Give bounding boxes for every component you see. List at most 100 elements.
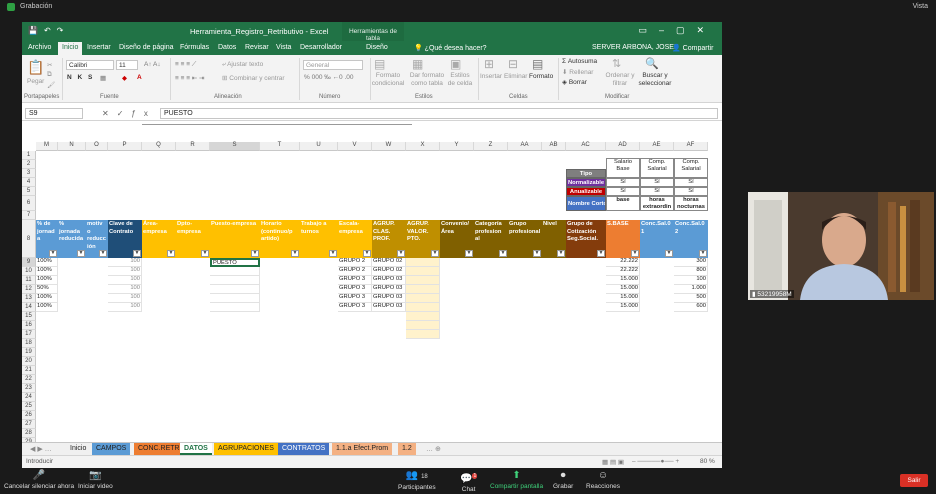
copy-icon[interactable]: ⧉ — [47, 71, 52, 79]
column-header[interactable]: T — [260, 142, 300, 151]
filter-dropdown-icon[interactable]: ▼ — [133, 250, 141, 257]
find-select-button[interactable]: Buscar y seleccionar — [636, 72, 674, 88]
column-header[interactable]: M — [36, 142, 58, 151]
formula-input[interactable]: PUESTO — [160, 108, 718, 119]
filter-dropdown-icon[interactable]: ▼ — [251, 250, 259, 257]
row-header[interactable]: 24 — [22, 393, 36, 402]
row-header[interactable]: 15 — [22, 312, 36, 321]
cell-clave[interactable]: 100 — [108, 303, 142, 312]
cell-jornada[interactable]: 50% — [36, 285, 58, 294]
cell-agrup-valor[interactable] — [406, 267, 440, 276]
sheet-tab-datos[interactable]: DATOS — [180, 443, 212, 455]
quick-access-icons[interactable]: 💾↶↷ — [28, 26, 69, 35]
tab-revisar[interactable]: Revisar — [245, 44, 269, 51]
sheet-tab-1-2[interactable]: 1.2 — [398, 443, 416, 455]
number-format-icons[interactable]: % 000 ‰ ←0 .00 — [304, 74, 354, 81]
cell-clave[interactable]: 100 — [108, 258, 142, 267]
column-header[interactable]: AC — [566, 142, 606, 151]
side-table-label[interactable]: Normalizable — [566, 178, 606, 187]
cell-sbase[interactable]: 15.000 — [606, 303, 640, 312]
side-table-value[interactable]: base — [606, 196, 640, 211]
cell-agrup-valor[interactable] — [406, 303, 440, 312]
view-button[interactable]: Vista — [913, 3, 928, 10]
sheet-tab-efect-prom[interactable]: 1.1.a Efect.Prom — [332, 443, 393, 455]
column-header[interactable]: AE — [640, 142, 674, 151]
table-format-button[interactable]: Dar formato como tabla — [408, 72, 446, 88]
filter-dropdown-icon[interactable]: ▼ — [49, 250, 57, 257]
filter-dropdown-icon[interactable]: ▼ — [201, 250, 209, 257]
filter-dropdown-icon[interactable]: ▼ — [499, 250, 507, 257]
column-header[interactable]: V — [338, 142, 372, 151]
tab-formulas[interactable]: Fórmulas — [180, 44, 209, 51]
sheet-tab-conc-retr[interactable]: CONC.RETR — [134, 443, 184, 455]
filter-dropdown-icon[interactable]: ▼ — [167, 250, 175, 257]
row-header[interactable]: 9 — [22, 258, 36, 267]
row-header[interactable]: 1 — [22, 151, 36, 160]
cell-clave[interactable]: 100 — [108, 276, 142, 285]
participants-button[interactable]: 👥 18 Participantes — [398, 471, 436, 492]
reactions-button[interactable]: ☺ Reacciones — [586, 471, 620, 491]
side-table-value[interactable]: Sí — [606, 178, 640, 187]
cell-agrup-valor[interactable] — [406, 330, 440, 339]
filter-dropdown-icon[interactable]: ▼ — [99, 250, 107, 257]
column-header[interactable]: AA — [508, 142, 542, 151]
row-header[interactable]: 6 — [22, 196, 36, 211]
filter-dropdown-icon[interactable]: ▼ — [557, 250, 565, 257]
cell-escala[interactable]: GRUPO 3 — [338, 303, 372, 312]
bold-italic-underline-icons[interactable]: N K S — [67, 74, 94, 81]
format-painter-icon[interactable]: 🖌 — [47, 81, 55, 89]
cut-icon[interactable]: ✂ — [47, 61, 52, 69]
row-header[interactable]: 13 — [22, 294, 36, 303]
video-button[interactable]: 📷 Iniciar video — [78, 471, 113, 491]
cell-sbase[interactable]: 15.000 — [606, 276, 640, 285]
side-table-col-header[interactable]: Salario Base — [606, 158, 640, 178]
font-name-select[interactable]: Calibri — [66, 60, 114, 70]
row-header[interactable]: 2 — [22, 160, 36, 169]
font-color-icon[interactable]: A — [137, 74, 142, 81]
row-header[interactable]: 18 — [22, 339, 36, 348]
cell-agrup-clas[interactable]: GRUPO 03 — [372, 294, 406, 303]
sheet-tab-inicio[interactable]: Inicio — [66, 443, 90, 455]
cell-agrup-clas[interactable]: GRUPO 02 — [372, 267, 406, 276]
filter-dropdown-icon[interactable]: ▼ — [291, 250, 299, 257]
sheet-nav-icons[interactable]: ◀ ▶ … — [26, 443, 56, 455]
tab-diseno[interactable]: Diseño — [366, 44, 388, 51]
row-header[interactable]: 7 — [22, 211, 36, 220]
row-header[interactable]: 20 — [22, 357, 36, 366]
filter-dropdown-icon[interactable]: ▼ — [363, 250, 371, 257]
cell-puesto[interactable] — [210, 294, 260, 303]
filter-dropdown-icon[interactable]: ▼ — [631, 250, 639, 257]
insert-cells-icon[interactable]: ⊞ — [484, 57, 494, 71]
column-header[interactable]: AD — [606, 142, 640, 151]
sort-filter-button[interactable]: Ordenar y filtrar — [605, 72, 635, 88]
row-header[interactable]: 12 — [22, 285, 36, 294]
filter-dropdown-icon[interactable]: ▼ — [397, 250, 405, 257]
cell-sbase[interactable]: 15.000 — [606, 285, 640, 294]
column-header[interactable]: X — [406, 142, 440, 151]
tab-inicio[interactable]: Inicio — [58, 42, 83, 55]
cell-escala[interactable]: GRUPO 3 — [338, 276, 372, 285]
cell-conc-sal-02[interactable]: 1.000 — [674, 285, 708, 294]
cell-jornada[interactable]: 100% — [36, 294, 58, 303]
side-table-value[interactable]: Sí — [674, 178, 708, 187]
column-header[interactable]: AF — [674, 142, 708, 151]
column-header[interactable]: S — [210, 142, 260, 151]
column-header[interactable]: N — [58, 142, 86, 151]
tab-diseno-pagina[interactable]: Diseño de página — [119, 44, 174, 51]
filter-dropdown-icon[interactable]: ▼ — [533, 250, 541, 257]
chat-button[interactable]: 💬1 Chat — [460, 471, 478, 493]
column-header[interactable]: O — [86, 142, 108, 151]
cell-sbase[interactable]: 22.222 — [606, 267, 640, 276]
column-header[interactable]: W — [372, 142, 406, 151]
cell-agrup-clas[interactable]: GRUPO 03 — [372, 303, 406, 312]
tell-me-box[interactable]: 💡 ¿Qué desea hacer? — [414, 44, 487, 52]
tab-desarrollador[interactable]: Desarrollador — [300, 44, 342, 51]
column-header[interactable]: AB — [542, 142, 566, 151]
cell-escala[interactable]: GRUPO 2 — [338, 258, 372, 267]
row-header[interactable]: 11 — [22, 276, 36, 285]
leave-button[interactable]: Salir — [900, 474, 928, 487]
window-controls-icons[interactable]: ▭–▢✕ — [638, 25, 716, 36]
clear-button[interactable]: ◈ Borrar — [562, 78, 587, 86]
filter-dropdown-icon[interactable]: ▼ — [465, 250, 473, 257]
side-table-label[interactable]: Anualizable — [566, 187, 606, 196]
